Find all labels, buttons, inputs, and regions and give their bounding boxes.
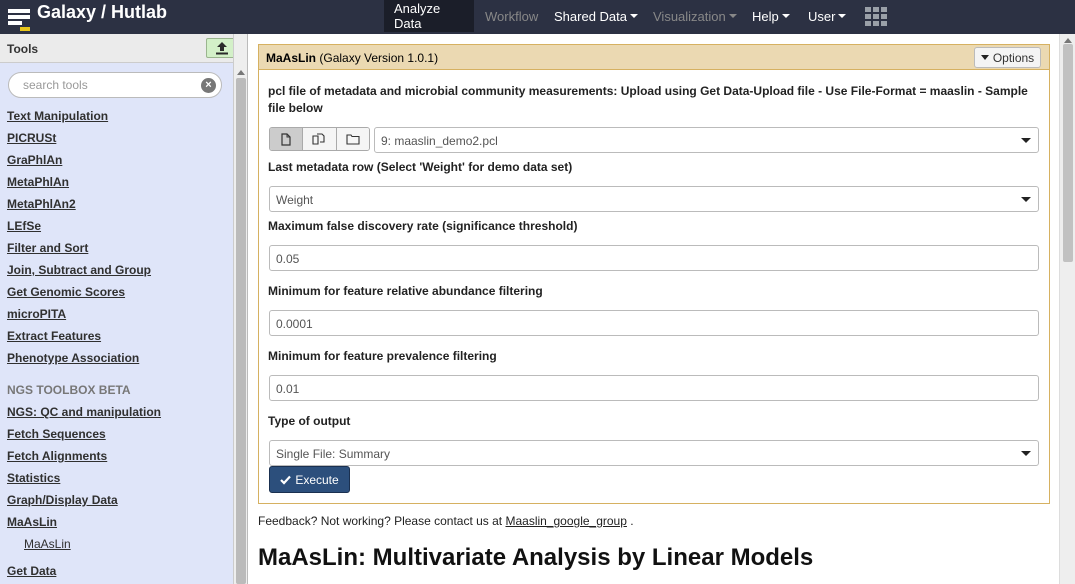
tool-section-ngs-qc[interactable]: NGS: QC and manipulation [7, 405, 161, 419]
folder-icon[interactable] [336, 128, 369, 150]
tool-panel-header: Tools [0, 34, 237, 63]
tool-section-extract-features[interactable]: Extract Features [7, 329, 101, 343]
tool-section-statistics[interactable]: Statistics [7, 471, 60, 485]
apps-grid-icon[interactable] [865, 7, 887, 26]
tool-section-filter-and-sort[interactable]: Filter and Sort [7, 241, 88, 255]
tool-form-title: MaAsLin (Galaxy Version 1.0.1) Options [259, 45, 1049, 70]
tool-form: MaAsLin (Galaxy Version 1.0.1) Options p… [258, 44, 1050, 504]
chevron-down-icon [1021, 451, 1031, 456]
center-panel: MaAsLin (Galaxy Version 1.0.1) Options p… [248, 34, 1059, 584]
scroll-up-icon[interactable] [237, 70, 245, 75]
tool-section-fetch-sequences[interactable]: Fetch Sequences [7, 427, 106, 441]
caret-down-icon [980, 55, 989, 60]
min-abundance-input[interactable]: 0.0001 [269, 310, 1039, 336]
execute-button[interactable]: Execute [269, 466, 350, 493]
param-label-last-metadata-row: Last metadata row (Select 'Weight' for d… [268, 160, 573, 174]
upload-icon [215, 42, 228, 55]
help-title: MaAsLin: Multivariate Analysis by Linear… [258, 544, 814, 571]
scrollbar-thumb[interactable] [1063, 44, 1073, 262]
brand[interactable]: Galaxy / Hutlab [8, 1, 168, 31]
last-metadata-row-select[interactable]: Weight [269, 186, 1039, 212]
scrollbar-thumb[interactable] [236, 78, 246, 584]
tool-section-graphlan[interactable]: GraPhlAn [7, 153, 62, 167]
brand-title: Galaxy / Hutlab [37, 1, 168, 22]
tool-version: (Galaxy Version 1.0.1) [319, 51, 439, 65]
chevron-down-icon [630, 14, 638, 18]
tool-section-fetch-alignments[interactable]: Fetch Alignments [7, 449, 107, 463]
chevron-down-icon [1021, 197, 1031, 202]
tool-search: × [8, 72, 222, 98]
tool-panel-label: NGS TOOLBOX BETA [7, 383, 131, 397]
tool-section-text-manipulation[interactable]: Text Manipulation [7, 109, 108, 123]
check-icon [280, 475, 292, 485]
masthead: Galaxy / Hutlab Analyze Data Workflow Sh… [0, 0, 1075, 34]
tool-section-maaslin[interactable]: MaAsLin [7, 515, 57, 529]
tool-section-micropita[interactable]: microPITA [7, 307, 66, 321]
fdr-input[interactable]: 0.05 [269, 245, 1039, 271]
nav-visualization[interactable]: Visualization [643, 0, 747, 32]
clear-search-icon[interactable]: × [201, 78, 216, 93]
galaxy-logo-icon [8, 6, 32, 31]
input-mode-switch [269, 127, 370, 151]
tool-section-phenotype-association[interactable]: Phenotype Association [7, 351, 139, 365]
nav-help[interactable]: Help [742, 0, 800, 32]
min-prevalence-input[interactable]: 0.01 [269, 375, 1039, 401]
tool-panel-title: Tools [7, 42, 39, 56]
options-button[interactable]: Options [974, 47, 1041, 68]
tool-section-get-genomic-scores[interactable]: Get Genomic Scores [7, 285, 125, 299]
param-label-fdr: Maximum false discovery rate (significan… [268, 219, 578, 233]
chevron-down-icon [1021, 138, 1031, 143]
tool-section-metaphlan2[interactable]: MetaPhlAn2 [7, 197, 76, 211]
nav-shared-data[interactable]: Shared Data [544, 0, 648, 32]
param-label-min-prevalence: Minimum for feature prevalence filtering [268, 349, 497, 363]
nav-workflow[interactable]: Workflow [475, 0, 548, 32]
feedback-link[interactable]: Maaslin_google_group [505, 514, 626, 528]
tool-section-picrust[interactable]: PICRUSt [7, 131, 56, 145]
nav-user[interactable]: User [798, 0, 856, 32]
tool-name: MaAsLin [266, 51, 317, 65]
param-label-min-abundance: Minimum for feature relative abundance f… [268, 284, 543, 298]
tool-link-maaslin[interactable]: MaAsLin [24, 537, 71, 551]
input-file-select[interactable]: 9: maaslin_demo2.pcl [374, 127, 1039, 153]
tool-section-lefse[interactable]: LEfSe [7, 219, 41, 233]
feedback-text: Feedback? Not working? Please contact us… [258, 514, 634, 528]
search-input[interactable] [23, 78, 193, 92]
chevron-down-icon [728, 14, 737, 18]
multiple-datasets-icon[interactable] [303, 128, 337, 150]
chevron-down-icon [781, 14, 790, 18]
tool-section-graph-display[interactable]: Graph/Display Data [7, 493, 118, 507]
single-dataset-icon[interactable] [270, 128, 304, 150]
scroll-up-icon[interactable] [1064, 38, 1072, 43]
output-type-select[interactable]: Single File: Summary [269, 440, 1039, 466]
param-label-input-file: pcl file of metadata and microbial commu… [268, 84, 1028, 115]
center-scrollbar[interactable] [1059, 34, 1075, 584]
nav-analyze-data[interactable]: Analyze Data [384, 0, 474, 32]
tool-panel-scrollbar[interactable] [233, 34, 247, 584]
tool-section-get-data[interactable]: Get Data [7, 564, 56, 578]
tool-section-metaphlan[interactable]: MetaPhlAn [7, 175, 69, 189]
param-label-output-type: Type of output [268, 414, 351, 428]
chevron-down-icon [838, 14, 847, 18]
tool-section-join-subtract-group[interactable]: Join, Subtract and Group [7, 263, 151, 277]
tool-panel: Tools × Text Manipulation PICRUSt GraPhl… [0, 34, 237, 584]
